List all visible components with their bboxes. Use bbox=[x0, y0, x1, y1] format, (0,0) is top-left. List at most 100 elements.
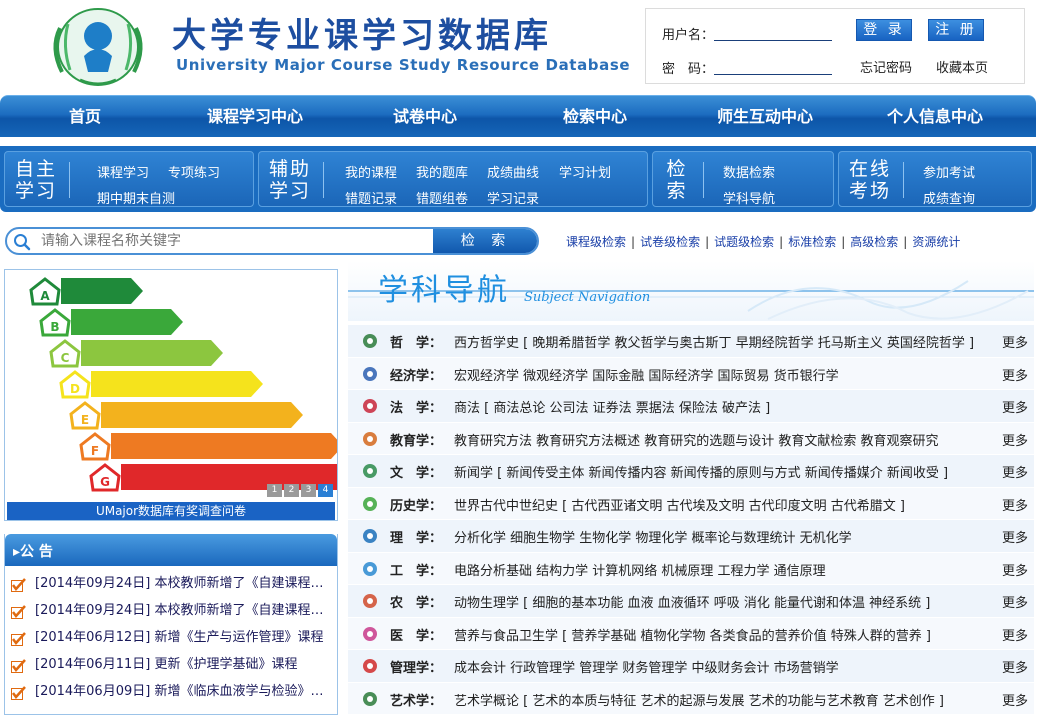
link-wrong-paper[interactable]: 错题组卷 bbox=[416, 188, 468, 207]
checkmark-icon bbox=[11, 686, 26, 700]
link-data-search[interactable]: 数据检索 bbox=[723, 162, 775, 181]
subject-name[interactable]: 艺术学： bbox=[390, 690, 448, 709]
nav-personal-center[interactable]: 个人信息中心 bbox=[870, 96, 1000, 138]
link-course-study[interactable]: 课程学习 bbox=[97, 162, 149, 181]
subject-courses[interactable]: 营养与食品卫生学 [ 营养学基础 植物化学物 各类食品的营养价值 特殊人群的营养… bbox=[454, 625, 994, 644]
announcement-list: [2014年09月24日] 本校教师新增了《自建课程测试》 [2014年09月24… bbox=[11, 574, 337, 709]
subject-name[interactable]: 经济学： bbox=[390, 365, 448, 384]
carousel-page-4[interactable]: 4 bbox=[318, 484, 333, 497]
favorite-page-link[interactable]: 收藏本页 bbox=[936, 57, 988, 76]
forgot-password-link[interactable]: 忘记密码 bbox=[860, 57, 912, 76]
energy-bar bbox=[71, 309, 183, 335]
subject-courses[interactable]: 宏观经济学 微观经济学 国际金融 国际经济学 国际贸易 货币银行学 bbox=[454, 365, 994, 384]
more-link[interactable]: 更多 bbox=[1002, 625, 1028, 644]
subject-row: 农 学： 动物生理学 [ 细胞的基本功能 血液 血液循环 呼吸 消化 能量代谢和体… bbox=[348, 585, 1034, 618]
triangle-right-icon: ▸ bbox=[13, 544, 21, 560]
quick-search-links: 课程级检索 | 试卷级检索 | 试题级检索 | 标准检索 | 高级检索 | 资源统计 bbox=[566, 235, 961, 249]
search-input[interactable] bbox=[39, 231, 429, 251]
link-resource-stats[interactable]: 资源统计 bbox=[912, 235, 960, 249]
link-wrong-records[interactable]: 错题记录 bbox=[345, 188, 397, 207]
link-special-practice[interactable]: 专项练习 bbox=[168, 162, 220, 181]
announcement-item[interactable]: [2014年09月24日] 本校教师新增了《自建课程测试》 bbox=[11, 574, 337, 601]
nav-home[interactable]: 首页 bbox=[40, 96, 130, 138]
announcement-item[interactable]: [2014年06月12日] 新增《生产与运作管理》课程 bbox=[11, 628, 337, 655]
subject-name[interactable]: 工 学： bbox=[390, 560, 448, 579]
nav-exam-center[interactable]: 试卷中心 bbox=[370, 96, 480, 138]
link-question-search[interactable]: 试题级检索 bbox=[714, 235, 774, 249]
energy-label: A bbox=[40, 289, 50, 303]
subject-courses[interactable]: 分析化学 细胞生物学 生物化学 物理化学 概率论与数理统计 无机化学 bbox=[454, 527, 994, 546]
search-button[interactable]: 检 索 bbox=[433, 229, 537, 253]
nav-interaction-center[interactable]: 师生互动中心 bbox=[700, 96, 830, 138]
announcement-item[interactable]: [2014年06月09日] 新增《临床血液学与检验》课程 bbox=[11, 682, 337, 709]
subject-name[interactable]: 法 学： bbox=[390, 397, 448, 416]
carousel-page-1[interactable]: 1 bbox=[267, 484, 282, 497]
more-link[interactable]: 更多 bbox=[1002, 397, 1028, 416]
login-button[interactable]: 登 录 bbox=[856, 19, 912, 41]
subject-row: 经济学： 宏观经济学 微观经济学 国际金融 国际经济学 国际贸易 货币银行学 更多 bbox=[348, 357, 1034, 390]
link-subject-nav[interactable]: 学科导航 bbox=[723, 188, 775, 207]
subject-courses[interactable]: 艺术学概论 [ 艺术的本质与特征 艺术的起源与发展 艺术的功能与艺术教育 艺术创… bbox=[454, 690, 994, 709]
subject-name[interactable]: 农 学： bbox=[390, 592, 448, 611]
subject-name[interactable]: 历史学： bbox=[390, 495, 448, 514]
more-link[interactable]: 更多 bbox=[1002, 560, 1028, 579]
more-link[interactable]: 更多 bbox=[1002, 592, 1028, 611]
divider bbox=[69, 162, 70, 198]
self-study-block: 自主学习 课程学习 专项练习 期中期末自测 bbox=[4, 151, 254, 207]
subject-name[interactable]: 哲 学： bbox=[390, 332, 448, 351]
subject-row: 教育学： 教育研究方法 教育研究方法概述 教育研究的选题与设计 教育文献检索 教育… bbox=[348, 422, 1034, 455]
energy-bar bbox=[101, 402, 303, 428]
university-logo-icon bbox=[53, 8, 143, 86]
carousel-page-2[interactable]: 2 bbox=[284, 484, 299, 497]
more-link[interactable]: 更多 bbox=[1002, 462, 1028, 481]
password-input[interactable] bbox=[714, 55, 832, 75]
link-score-curve[interactable]: 成绩曲线 bbox=[487, 162, 539, 181]
subject-courses[interactable]: 教育研究方法 教育研究方法概述 教育研究的选题与设计 教育文献检索 教育观察研究 bbox=[454, 430, 994, 449]
subject-name[interactable]: 医 学： bbox=[390, 625, 448, 644]
more-link[interactable]: 更多 bbox=[1002, 430, 1028, 449]
subject-courses[interactable]: 新闻学 [ 新闻传受主体 新闻传播内容 新闻传播的原则与方式 新闻传播媒介 新闻… bbox=[454, 462, 994, 481]
link-midterm-final-test[interactable]: 期中期末自测 bbox=[97, 188, 175, 207]
history-icon bbox=[363, 496, 377, 511]
subject-name[interactable]: 教育学： bbox=[390, 430, 448, 449]
more-link[interactable]: 更多 bbox=[1002, 657, 1028, 676]
link-advanced-search[interactable]: 高级检索 bbox=[850, 235, 898, 249]
subject-courses[interactable]: 电路分析基础 结构力学 计算机网络 机械原理 工程力学 通信原理 bbox=[454, 560, 994, 579]
subject-courses[interactable]: 商法 [ 商法总论 公司法 证券法 票据法 保险法 破产法 ] bbox=[454, 397, 994, 416]
subject-courses[interactable]: 西方哲学史 [ 晚期希腊哲学 教父哲学与奥古斯丁 早期经院哲学 托马斯主义 英国… bbox=[454, 332, 994, 351]
banner-caption-link[interactable]: UMajor数据库有奖调查问卷 bbox=[7, 502, 335, 520]
subject-courses[interactable]: 成本会计 行政管理学 管理学 财务管理学 中级财务会计 市场营销学 bbox=[454, 657, 994, 676]
username-input[interactable] bbox=[714, 21, 832, 41]
search-bar: 检 索 bbox=[5, 227, 539, 255]
announcement-text: [2014年09月24日] 本校教师新增了《自建课程测试》 bbox=[35, 576, 335, 591]
subject-name[interactable]: 文 学： bbox=[390, 462, 448, 481]
subject-courses[interactable]: 动物生理学 [ 细胞的基本功能 血液 血液循环 呼吸 消化 能量代谢和体温 神经… bbox=[454, 592, 994, 611]
link-study-records[interactable]: 学习记录 bbox=[487, 188, 539, 207]
nav-course-center[interactable]: 课程学习中心 bbox=[190, 96, 320, 138]
link-take-exam[interactable]: 参加考试 bbox=[923, 162, 975, 181]
register-button[interactable]: 注 册 bbox=[928, 19, 984, 41]
link-course-search[interactable]: 课程级检索 bbox=[566, 235, 626, 249]
more-link[interactable]: 更多 bbox=[1002, 690, 1028, 709]
more-link[interactable]: 更多 bbox=[1002, 527, 1028, 546]
search-block: 检索 数据检索 学科导航 bbox=[652, 151, 834, 207]
subject-name[interactable]: 理 学： bbox=[390, 527, 448, 546]
banner-carousel[interactable]: A B C D E F G 1 2 3 4 UMajor数据库有奖调查问卷 bbox=[4, 269, 338, 521]
link-standard-search[interactable]: 标准检索 bbox=[788, 235, 836, 249]
more-link[interactable]: 更多 bbox=[1002, 365, 1028, 384]
link-paper-search[interactable]: 试卷级检索 bbox=[640, 235, 700, 249]
subject-name[interactable]: 管理学： bbox=[390, 657, 448, 676]
more-link[interactable]: 更多 bbox=[1002, 495, 1028, 514]
nav-search-center[interactable]: 检索中心 bbox=[540, 96, 650, 138]
subject-row: 管理学： 成本会计 行政管理学 管理学 财务管理学 中级财务会计 市场营销学 更多 bbox=[348, 650, 1034, 683]
subject-courses[interactable]: 世界古代中世纪史 [ 古代西亚诸文明 古代埃及文明 古代印度文明 古代希腊文 ] bbox=[454, 495, 994, 514]
more-link[interactable]: 更多 bbox=[1002, 332, 1028, 351]
link-my-courses[interactable]: 我的课程 bbox=[345, 162, 397, 181]
carousel-page-3[interactable]: 3 bbox=[301, 484, 316, 497]
announcement-item[interactable]: [2014年06月11日] 更新《护理学基础》课程 bbox=[11, 655, 337, 682]
link-score-query[interactable]: 成绩查询 bbox=[923, 188, 975, 207]
management-icon bbox=[363, 659, 377, 673]
announcement-item[interactable]: [2014年09月24日] 本校教师新增了《自建课程测试》 bbox=[11, 601, 337, 628]
link-study-plan[interactable]: 学习计划 bbox=[559, 162, 611, 181]
link-my-questions[interactable]: 我的题库 bbox=[416, 162, 468, 181]
